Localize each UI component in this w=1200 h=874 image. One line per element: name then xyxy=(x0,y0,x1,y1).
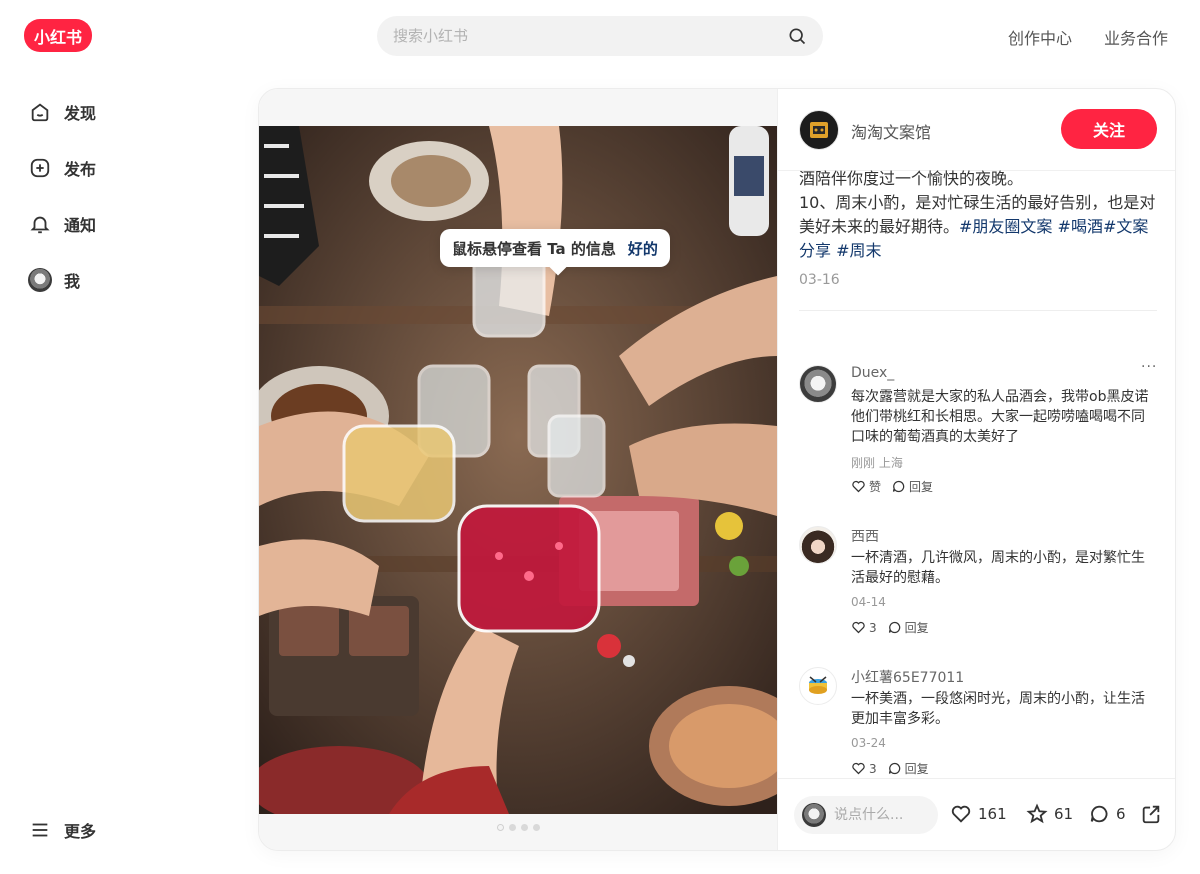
like-button[interactable]: 赞 xyxy=(851,478,881,495)
image-pagination[interactable] xyxy=(497,824,540,831)
avatar xyxy=(802,803,826,827)
menu-icon xyxy=(28,818,52,842)
sidebar-item-notifications[interactable]: 通知 xyxy=(28,212,96,236)
tooltip-ok-button[interactable]: 好的 xyxy=(628,238,658,259)
comment-actions: 3 回复 xyxy=(851,619,939,636)
comment-text: 一杯清酒，几许微风，周末的小酌，是对繁忙生活最好的慰藉。 xyxy=(851,550,1145,586)
note-text-line: 酒陪伴你度过一个愉快的夜晚。 xyxy=(799,169,1024,188)
commenter-name[interactable]: Duex_ xyxy=(851,365,894,381)
chat-bubble-icon xyxy=(1090,805,1108,823)
comment-text: 每次露营就是大家的私人品酒会，我带ob黑皮诺他们带桃红和长相思。大家一起唠唠嗑喝… xyxy=(851,389,1149,445)
comment-text: 一杯美酒，一段悠闲时光，周末的小酌，让生活更加丰富多彩。 xyxy=(851,691,1145,727)
hashtag[interactable]: #喝酒 xyxy=(1058,217,1103,236)
chat-bubble-icon xyxy=(892,480,905,493)
drum-icon xyxy=(809,676,827,694)
sidebar-item-me[interactable]: 我 xyxy=(28,268,80,292)
follow-button[interactable]: 关注 xyxy=(1061,109,1157,149)
avatar xyxy=(28,268,52,292)
home-icon xyxy=(28,100,52,124)
share-button[interactable] xyxy=(1140,803,1168,825)
pagination-dot[interactable] xyxy=(533,824,540,831)
sidebar-item-more[interactable]: 更多 xyxy=(28,818,96,842)
pagination-dot[interactable] xyxy=(509,824,516,831)
note-text-line: 10、周末小酌，是对忙碌生活的最好告别，也是对美好未来的最好期待。#朋友圈文案 … xyxy=(799,193,1156,260)
hashtag[interactable]: #朋友圈文案 xyxy=(959,217,1052,236)
divider xyxy=(799,310,1157,311)
share-icon xyxy=(1142,805,1160,824)
chat-bubble-icon xyxy=(888,621,900,634)
commenter-name[interactable]: 西西 xyxy=(851,526,879,546)
business-link[interactable]: 业务合作 xyxy=(1104,25,1168,49)
comment-meta: 刚刚 上海 xyxy=(851,456,903,470)
comment-meta: 03-24 xyxy=(851,736,886,750)
hover-hint-tooltip: 鼠标悬停查看 Ta 的信息 好的 xyxy=(440,229,670,267)
comment-input[interactable] xyxy=(834,807,930,823)
reply-button[interactable]: 回复 xyxy=(887,760,929,777)
tooltip-text: 鼠标悬停查看 Ta 的信息 xyxy=(452,239,616,258)
bell-icon xyxy=(28,212,52,236)
xiaohongshu-logo[interactable]: 小红书 xyxy=(24,19,92,52)
commenter-avatar[interactable] xyxy=(799,667,837,705)
comment-meta: 04-14 xyxy=(851,595,886,609)
sidebar-item-discover[interactable]: 发现 xyxy=(28,100,96,124)
heart-icon xyxy=(852,762,865,775)
collect-stat[interactable]: 61 xyxy=(1026,803,1073,825)
commenter-avatar[interactable] xyxy=(799,365,837,403)
note-detail-card: 淘淘文案馆 关注 酒陪伴你度过一个愉快的夜晚。 10、周末小酌，是对忙碌生活的最… xyxy=(258,88,1176,851)
divider xyxy=(778,778,1175,779)
reply-button[interactable]: 回复 xyxy=(887,619,929,636)
heart-icon xyxy=(852,621,865,634)
like-button[interactable]: 3 xyxy=(851,620,877,635)
reply-button[interactable]: 回复 xyxy=(891,478,933,495)
commenter-name[interactable]: 小红薯65E77011 xyxy=(851,667,964,687)
sidebar-item-label: 发布 xyxy=(64,160,97,179)
heart-icon xyxy=(951,805,971,823)
search-input[interactable] xyxy=(393,27,787,45)
pagination-dot[interactable] xyxy=(497,824,504,831)
sidebar-item-publish[interactable]: 发布 xyxy=(28,156,96,180)
more-icon[interactable]: ··· xyxy=(1141,359,1157,375)
note-content: 酒陪伴你度过一个愉快的夜晚。 10、周末小酌，是对忙碌生活的最好告别，也是对美好… xyxy=(799,167,1161,263)
like-button[interactable]: 3 xyxy=(851,761,877,776)
sidebar-item-label: 发现 xyxy=(64,104,97,123)
pagination-dot[interactable] xyxy=(521,824,528,831)
star-icon xyxy=(1026,803,1048,824)
sidebar-item-label: 我 xyxy=(64,272,81,291)
plus-square-icon xyxy=(28,156,52,180)
note-image-area[interactable] xyxy=(259,89,777,850)
like-stat[interactable]: 161 xyxy=(950,803,1007,825)
sidebar-item-label: 更多 xyxy=(64,822,97,841)
comment-input-box[interactable] xyxy=(794,796,938,834)
heart-icon xyxy=(852,480,865,493)
author-avatar[interactable] xyxy=(799,110,839,150)
note-info-panel: 淘淘文案馆 关注 酒陪伴你度过一个愉快的夜晚。 10、周末小酌，是对忙碌生活的最… xyxy=(777,89,1175,850)
creator-center-link[interactable]: 创作中心 xyxy=(1008,25,1072,49)
comment-actions: 3 回复 xyxy=(851,760,939,777)
commenter-avatar[interactable] xyxy=(799,526,837,564)
comment-stat[interactable]: 6 xyxy=(1088,803,1126,825)
search-bar[interactable] xyxy=(377,16,823,56)
search-icon[interactable] xyxy=(787,26,807,46)
chat-bubble-icon xyxy=(888,762,900,775)
comment-actions: 赞 回复 xyxy=(851,478,943,495)
note-date: 03-16 xyxy=(799,272,840,288)
author-name[interactable]: 淘淘文案馆 xyxy=(851,119,931,143)
hashtag[interactable]: #周末 xyxy=(836,241,881,260)
sidebar-item-label: 通知 xyxy=(64,216,97,235)
